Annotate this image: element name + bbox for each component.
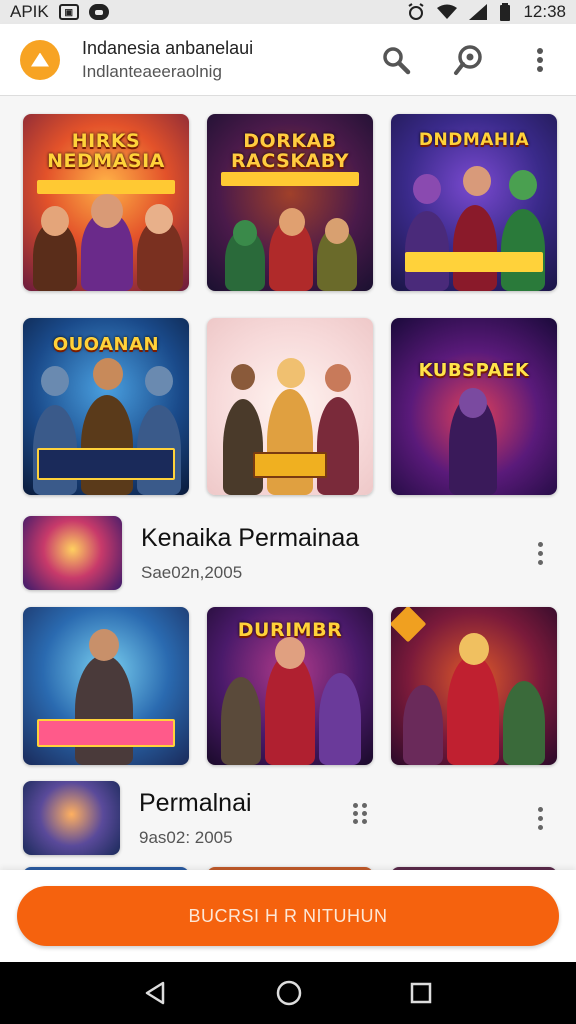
character-head <box>275 637 305 669</box>
character-figure <box>265 653 315 765</box>
character-head <box>325 364 351 392</box>
character-figure <box>81 395 133 495</box>
character-head <box>145 204 173 234</box>
character-figure <box>223 399 263 495</box>
character-figure <box>267 389 313 495</box>
game-list[interactable]: HIRKS NEDMASIA DORKAB RACSKABY DNDMAHIA <box>0 96 576 870</box>
game-tile-title: KUBSPAEK <box>418 360 530 381</box>
list-item-title: Kenaika Permainaa <box>141 523 360 552</box>
game-thumbnail <box>23 516 122 590</box>
character-head <box>41 206 69 236</box>
back-icon[interactable] <box>143 980 169 1006</box>
character-head <box>279 208 305 236</box>
more-vert-icon[interactable] <box>530 541 550 565</box>
bottom-action-bar: BUCRSI H R NITUHUN <box>0 870 576 962</box>
list-item-subtitle: Sae02n,2005 <box>141 562 243 582</box>
signal-icon <box>469 4 488 20</box>
character-figure <box>405 211 449 291</box>
character-head <box>41 366 69 396</box>
game-tile[interactable] <box>23 607 189 765</box>
character-head <box>459 388 487 418</box>
alarm-icon <box>408 3 425 20</box>
list-item-subtitle: 9as02: 2005 <box>139 827 233 847</box>
battery-icon <box>500 3 511 21</box>
character-figure <box>453 205 497 291</box>
character-figure <box>501 209 545 291</box>
drag-handle-icon[interactable] <box>353 803 367 824</box>
game-tile[interactable]: HIRKS NEDMASIA <box>23 114 189 291</box>
clock: 12:38 <box>523 2 566 21</box>
character-head <box>93 358 123 390</box>
character-head <box>277 358 305 388</box>
game-tile[interactable]: OUOANAN <box>23 318 189 495</box>
character-figure <box>317 397 359 495</box>
game-thumbnail <box>23 781 120 855</box>
title-banner <box>221 172 359 186</box>
game-grid-row: HIRKS NEDMASIA DORKAB RACSKABY DNDMAHIA <box>23 114 557 291</box>
list-item[interactable]: Permalnai 9as02: 2005 <box>23 781 556 855</box>
game-tile[interactable] <box>207 318 373 495</box>
character-head <box>413 174 441 204</box>
game-tile[interactable]: DORKAB RACSKABY <box>207 114 373 291</box>
message-icon <box>88 4 109 20</box>
character-figure <box>503 681 545 765</box>
more-vert-icon[interactable] <box>524 44 556 76</box>
game-tile-title: DORKAB RACSKABY <box>231 130 349 172</box>
wifi-icon <box>437 4 458 19</box>
game-tile-title: OUOANAN <box>52 334 160 355</box>
game-tile[interactable]: DNDMAHIA <box>391 114 557 291</box>
game-tile[interactable] <box>391 607 557 765</box>
title-banner <box>253 452 327 478</box>
character-head <box>145 366 173 396</box>
primary-action-button[interactable]: BUCRSI H R NITUHUN <box>17 886 559 946</box>
title-banner <box>405 252 543 272</box>
recents-icon[interactable] <box>409 981 433 1005</box>
app-subtitle: Indlanteaeeraolnig <box>82 61 222 81</box>
title-banner <box>37 180 175 194</box>
more-vert-icon[interactable] <box>530 806 550 830</box>
search-icon[interactable] <box>380 44 412 76</box>
game-tile-title: DNDMAHIA <box>418 130 530 150</box>
list-item-title: Permalnai <box>139 788 252 817</box>
character-head <box>459 633 489 665</box>
corner-badge <box>391 607 427 643</box>
character-head <box>233 220 257 246</box>
game-tile[interactable]: KUBSPAEK <box>391 318 557 495</box>
game-grid-row: OUOANAN KUBSPAEK <box>23 318 557 495</box>
app-logo-icon[interactable] <box>20 39 60 80</box>
system-nav-bar <box>0 962 576 1024</box>
character-figure <box>75 655 133 765</box>
character-head <box>509 170 537 200</box>
map-pin-icon[interactable] <box>452 44 484 76</box>
character-head <box>89 629 119 661</box>
app-bar: Indanesia anbanelaui Indlanteaeeraolnig <box>0 24 576 96</box>
carrier-label: APIK <box>10 2 49 21</box>
game-tile[interactable]: DURIMBR <box>207 607 373 765</box>
character-figure <box>319 673 361 765</box>
status-bar: APIK ▣ 12:38 <box>0 0 576 24</box>
character-figure <box>447 655 499 765</box>
character-head <box>463 166 491 196</box>
home-icon[interactable] <box>275 979 303 1007</box>
title-banner <box>37 448 175 480</box>
app-title: Indanesia anbanelaui <box>82 37 254 58</box>
character-head <box>325 218 349 244</box>
character-figure <box>403 685 443 765</box>
character-head <box>231 364 255 390</box>
list-item[interactable]: Kenaika Permainaa Sae02n,2005 <box>23 516 556 590</box>
title-banner <box>37 719 175 747</box>
game-tile-title: HIRKS NEDMASIA <box>47 130 165 172</box>
notification-icon: ▣ <box>58 4 79 20</box>
character-head <box>91 194 123 228</box>
game-grid-row: DURIMBR <box>23 607 557 765</box>
character-figure <box>221 677 261 765</box>
